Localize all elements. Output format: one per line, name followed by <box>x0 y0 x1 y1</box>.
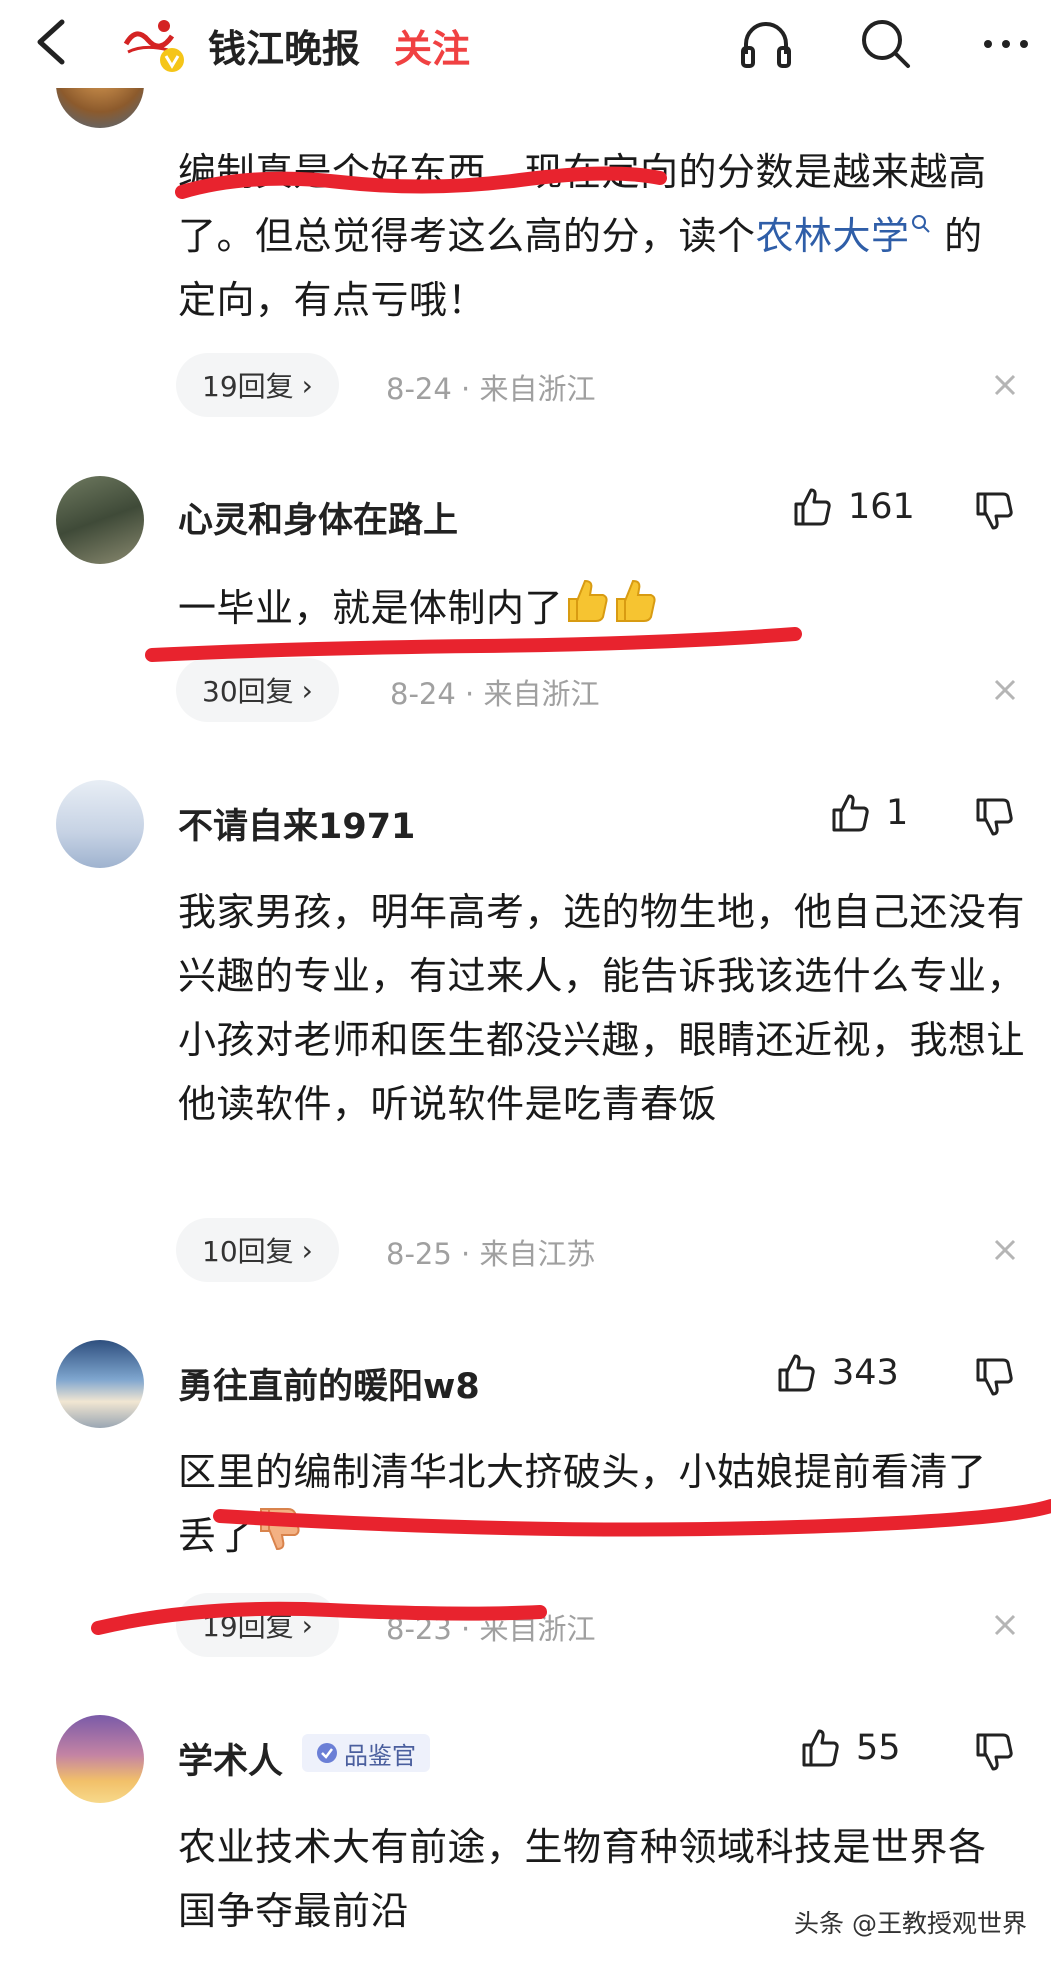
chevron-right-icon: › <box>301 1608 313 1642</box>
avatar[interactable] <box>56 1715 144 1803</box>
close-icon[interactable] <box>988 1608 1022 1642</box>
status-badge: 品鉴官 <box>302 1734 430 1772</box>
chevron-right-icon: › <box>301 1233 313 1267</box>
back-icon[interactable] <box>28 14 76 70</box>
username[interactable]: 勇往直前的暖阳w8 <box>178 1358 480 1409</box>
avatar[interactable] <box>56 1340 144 1428</box>
comment-text: 编制真是个好东西，现在定向的分数是越来越高了。但总觉得考这么高的分，读个农林大学… <box>178 150 987 322</box>
like-count: 343 <box>832 1353 899 1393</box>
close-icon[interactable] <box>988 368 1022 402</box>
search-link[interactable]: 农林大学 <box>756 214 932 258</box>
comment-meta: 8-25 · 来自江苏 <box>386 1237 596 1271</box>
watermark: 头条 @王教授观世界 <box>794 1909 1027 1938</box>
close-icon[interactable] <box>988 1233 1022 1267</box>
thumbs-down-icon[interactable] <box>974 1356 1016 1398</box>
thumbs-up-icon <box>832 794 869 832</box>
comment-text: 一毕业，就是体制内了 <box>178 576 1008 644</box>
comment-meta: 8-24 · 来自浙江 <box>390 677 600 711</box>
chevron-right-icon: › <box>301 368 313 402</box>
reply-count-button[interactable]: 19回复 › <box>176 353 339 417</box>
avatar[interactable] <box>56 780 144 868</box>
thumbs-up-emoji-icon <box>563 577 611 644</box>
comment-text: 区里的编制清华北大挤破头，小姑娘提前看清了丢了 <box>178 1440 1018 1572</box>
headphones-icon[interactable] <box>736 14 796 74</box>
like-count: 55 <box>856 1728 901 1768</box>
thumbs-up-icon <box>794 488 831 526</box>
like-count: 161 <box>848 487 915 527</box>
verified-icon <box>317 1743 337 1763</box>
newspaper-logo-icon <box>120 20 184 72</box>
search-icon <box>911 215 930 234</box>
like-button[interactable]: 55 <box>800 1727 901 1769</box>
reply-count-button[interactable]: 30回复 › <box>176 658 339 722</box>
like-button[interactable]: 161 <box>792 486 915 528</box>
thumbs-down-icon[interactable] <box>974 1731 1016 1773</box>
username[interactable]: 心灵和身体在路上 <box>178 492 458 543</box>
search-icon[interactable] <box>856 14 916 74</box>
chevron-right-icon: › <box>301 673 313 707</box>
thumbs-down-emoji-icon <box>255 1505 303 1572</box>
username[interactable]: 不请自来1971 <box>178 798 415 849</box>
username[interactable]: 学术人 <box>178 1733 283 1784</box>
close-icon[interactable] <box>988 673 1022 707</box>
like-count: 1 <box>886 793 909 833</box>
reply-count-button[interactable]: 19回复 › <box>176 1593 339 1657</box>
comment-text: 我家男孩，明年高考，选的物生地，他自己还没有兴趣的专业，有过来人，能告诉我该选什… <box>178 890 1026 1126</box>
thumbs-up-icon <box>778 1354 815 1392</box>
source-name[interactable]: 钱江晚报 <box>208 18 360 73</box>
top-bar: 钱江晚报 关注 <box>0 0 1051 88</box>
thumbs-up-emoji-icon <box>611 577 659 644</box>
follow-button[interactable]: 关注 <box>394 18 470 73</box>
comment-meta: 8-24 · 来自浙江 <box>386 372 596 406</box>
like-button[interactable]: 1 <box>830 792 908 834</box>
more-icon[interactable] <box>976 14 1036 74</box>
like-button[interactable]: 343 <box>776 1352 899 1394</box>
comment-meta: 8-23 · 来自浙江 <box>386 1612 596 1646</box>
thumbs-down-icon[interactable] <box>974 490 1016 532</box>
reply-count-button[interactable]: 10回复 › <box>176 1218 339 1282</box>
thumbs-up-icon <box>802 1729 839 1767</box>
thumbs-down-icon[interactable] <box>974 796 1016 838</box>
avatar[interactable] <box>56 476 144 564</box>
